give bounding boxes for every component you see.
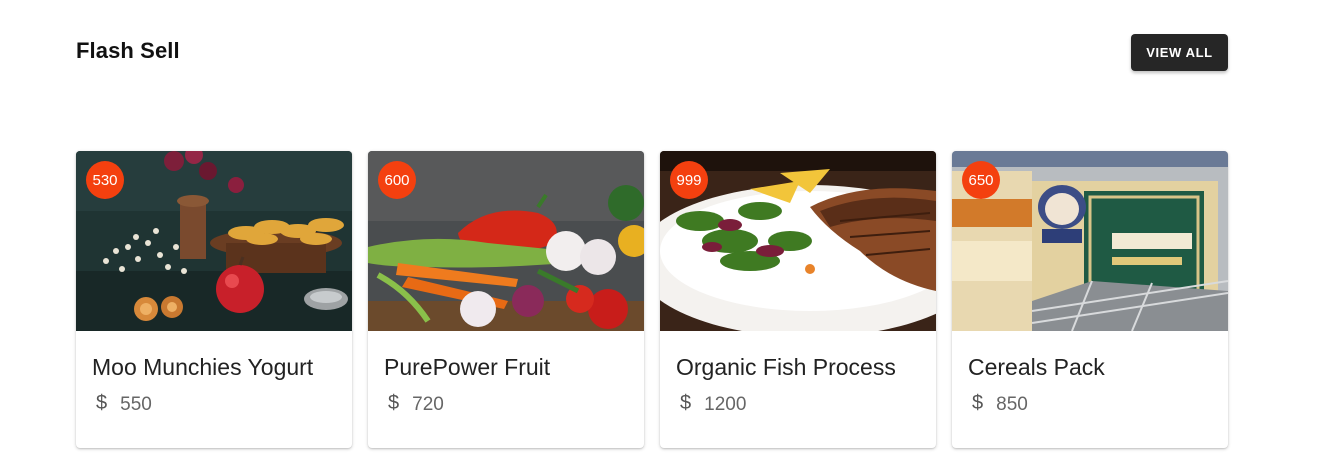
- product-price: 1200: [704, 394, 747, 415]
- dollar-icon: $: [96, 391, 108, 414]
- discount-badge: 999: [670, 161, 708, 199]
- product-image: 530: [76, 151, 352, 331]
- product-card[interactable]: 999 Organic Fish Process $ 1200: [660, 151, 936, 448]
- product-name: Organic Fish Process: [676, 354, 896, 380]
- dollar-icon: $: [388, 391, 400, 414]
- product-name: PurePower Fruit: [384, 354, 551, 380]
- price-row: $ 1200: [680, 391, 747, 416]
- dollar-icon: $: [680, 391, 692, 414]
- discount-badge: 650: [962, 161, 1000, 199]
- product-image: 600: [368, 151, 644, 331]
- product-name: Cereals Pack: [968, 354, 1105, 380]
- dollar-icon: $: [972, 391, 984, 414]
- product-price: 850: [996, 394, 1028, 415]
- product-price: 550: [120, 394, 152, 415]
- product-card[interactable]: 650 Cereals Pack $ 850: [952, 151, 1228, 448]
- section-title: Flash Sell: [76, 38, 180, 63]
- discount-badge: 530: [86, 161, 124, 199]
- product-price: 720: [412, 394, 444, 415]
- price-row: $ 720: [388, 391, 444, 416]
- price-row: $ 850: [972, 391, 1028, 416]
- product-card[interactable]: 530 Moo Munchies Yogurt $ 550: [76, 151, 352, 448]
- product-card-list: 530 Moo Munchies Yogurt $ 550 600 PurePo…: [76, 151, 1228, 448]
- view-all-button[interactable]: VIEW ALL: [1131, 34, 1228, 71]
- product-image: 999: [660, 151, 936, 331]
- product-image: 650: [952, 151, 1228, 331]
- price-row: $ 550: [96, 391, 152, 416]
- product-card[interactable]: 600 PurePower Fruit $ 720: [368, 151, 644, 448]
- discount-badge: 600: [378, 161, 416, 199]
- product-name: Moo Munchies Yogurt: [92, 354, 314, 380]
